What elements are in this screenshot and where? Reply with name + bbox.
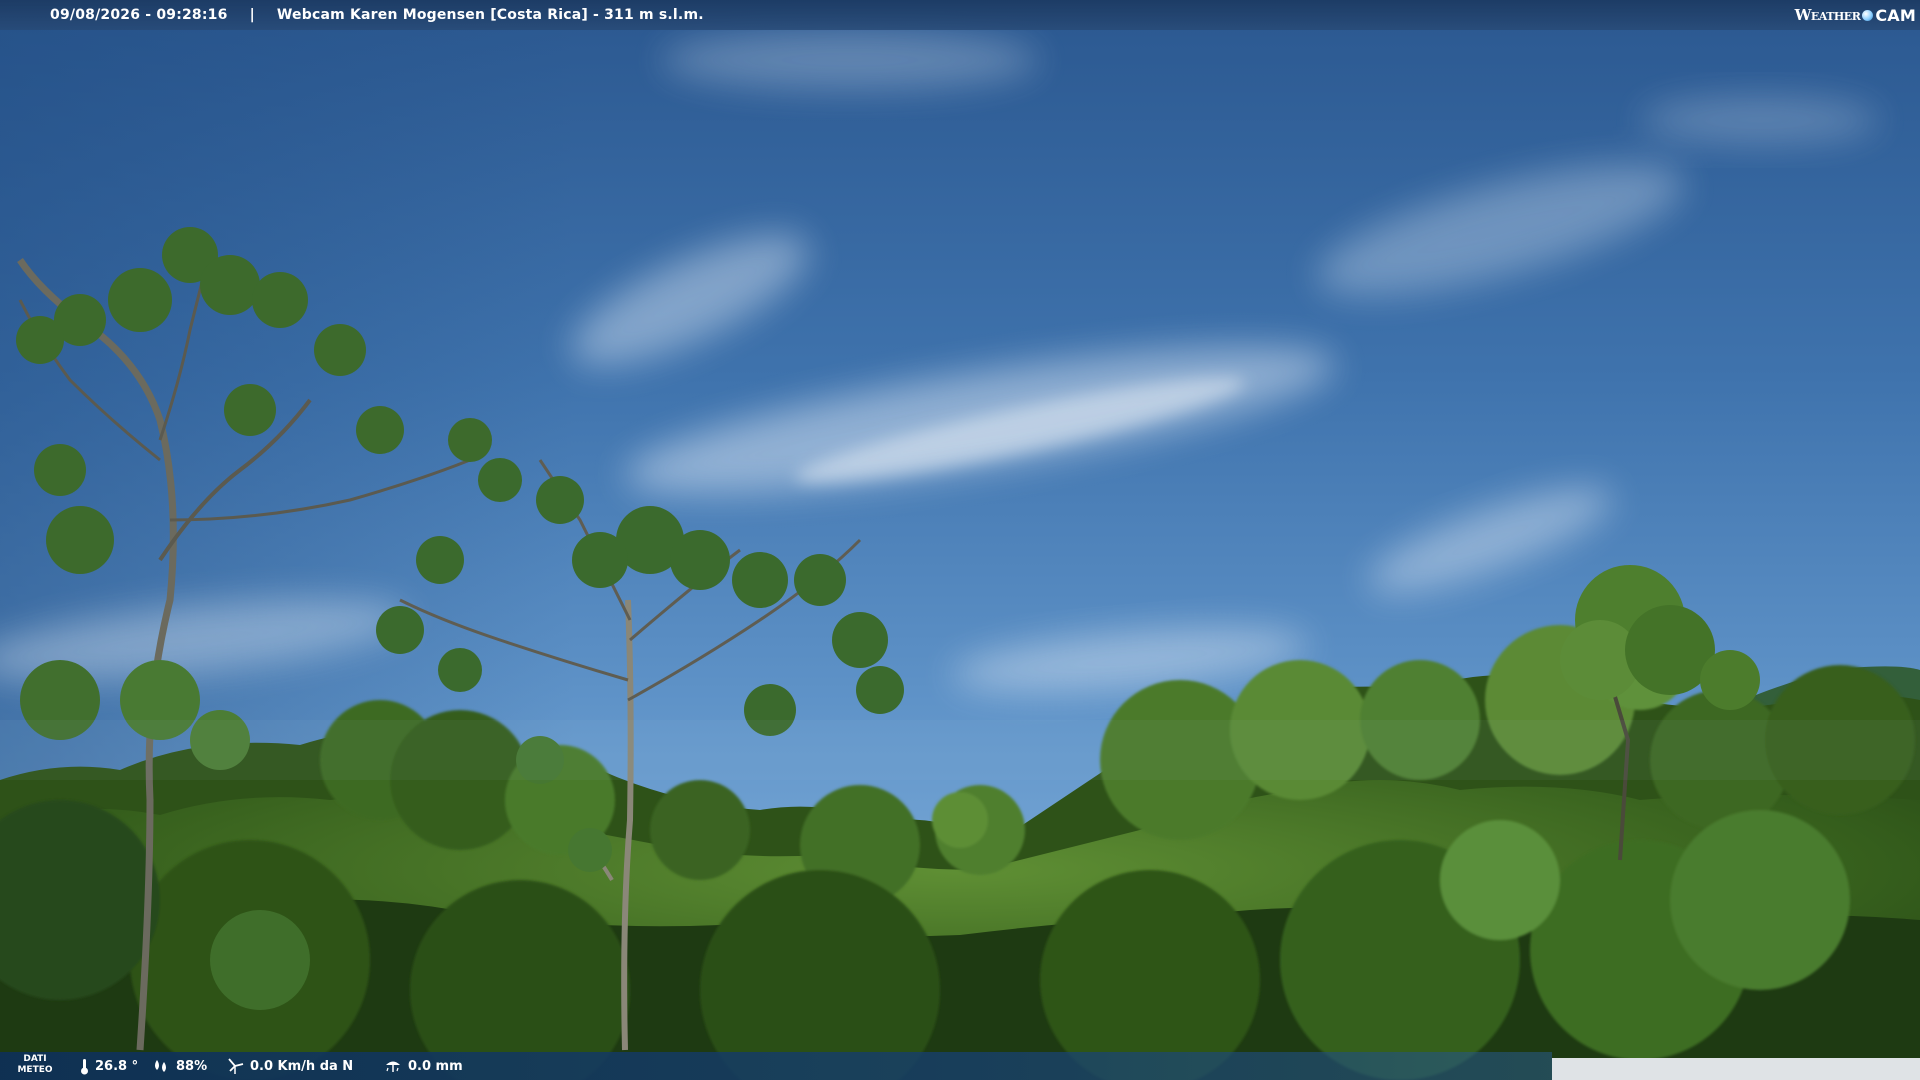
rain-value: 0.0 mm: [408, 1058, 463, 1074]
timestamp: 09/08/2026 - 09:28:16: [50, 7, 228, 23]
logo-word: Weather: [1794, 6, 1861, 24]
top-info-bar: 09/08/2026 - 09:28:16 | Webcam Karen Mog…: [0, 0, 1920, 30]
wind-turbine-icon: [226, 1057, 244, 1075]
wind-value: 0.0 Km/h da N: [250, 1058, 354, 1074]
cloud-top-center: [660, 30, 1040, 90]
temperature-reading: 26.8 °: [80, 1056, 138, 1076]
rain-gauge-icon: [384, 1058, 402, 1074]
weather-label-line1: DATI: [23, 1054, 47, 1064]
cloud-far-right: [1640, 96, 1880, 144]
weathercam-logo: Weather CAM: [1795, 3, 1916, 27]
weather-label-line2: METEO: [17, 1065, 53, 1075]
humidity-reading: 88%: [152, 1056, 207, 1076]
logo-word-cam: CAM: [1875, 5, 1916, 25]
weather-data-label: DATI METEO: [10, 1054, 60, 1076]
webcam-frame: 09/08/2026 - 09:28:16 | Webcam Karen Mog…: [0, 0, 1920, 1080]
rain-reading: 0.0 mm: [384, 1056, 463, 1076]
weather-data-bar: DATI METEO 26.8 ° 88% 0.0 Km/h da N 0.0 …: [0, 1052, 1552, 1080]
humidity-value: 88%: [176, 1058, 208, 1074]
webcam-scene: [0, 0, 1920, 1080]
temperature-value: 26.8 °: [95, 1058, 139, 1074]
webcam-title: Webcam Karen Mogensen [Costa Rica] - 311…: [276, 7, 704, 23]
thermometer-icon: [80, 1058, 89, 1075]
title-separator: |: [249, 7, 255, 23]
humidity-drops-icon: [152, 1058, 170, 1074]
bottom-right-strip: [1552, 1058, 1920, 1080]
wind-reading: 0.0 Km/h da N: [226, 1056, 353, 1076]
logo-globe-icon: [1862, 9, 1874, 21]
